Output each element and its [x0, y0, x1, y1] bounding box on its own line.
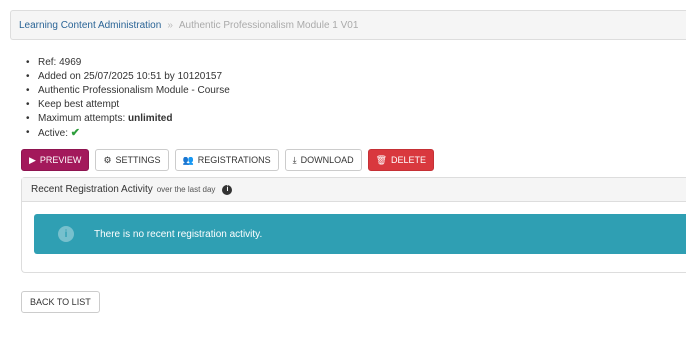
- settings-button[interactable]: ⚙ Settings: [95, 149, 169, 171]
- delete-label: Delete: [391, 155, 427, 165]
- recent-activity-panel: Recent Registration Activity over the la…: [21, 177, 686, 273]
- play-icon: ▶: [29, 154, 36, 165]
- registrations-button[interactable]: 👥 Registrations: [174, 149, 279, 171]
- added-item: Added on 25/07/2025 10:51 by 10120157: [26, 70, 686, 84]
- download-label: Download: [300, 155, 354, 165]
- ref-item: Ref: 4969: [26, 56, 686, 70]
- max-attempts-item: Maximum attempts: unlimited: [26, 112, 686, 126]
- max-attempts-value: unlimited: [128, 113, 173, 124]
- users-icon: 👥: [182, 154, 194, 165]
- panel-header: Recent Registration Activity over the la…: [22, 178, 686, 202]
- active-label: Active:: [38, 128, 69, 139]
- delete-button[interactable]: 🗑 Delete: [367, 149, 435, 171]
- panel-body: i There is no recent registration activi…: [22, 202, 686, 254]
- back-to-list-button[interactable]: Back to list: [21, 291, 100, 313]
- active-item: Active: ✔: [26, 126, 686, 141]
- panel-subtitle: over the last day: [156, 185, 216, 194]
- preview-label: Preview: [39, 155, 82, 165]
- gear-icon: ⚙: [103, 154, 112, 165]
- page: Learning Content Administration » Authen…: [10, 10, 686, 340]
- info-alert: i There is no recent registration activi…: [34, 214, 686, 254]
- panel-title: Recent Registration Activity: [31, 184, 153, 195]
- breadcrumb-parent-link[interactable]: Learning Content Administration: [19, 20, 161, 31]
- registrations-label: Registrations: [197, 155, 271, 165]
- download-button[interactable]: ⤓ Download: [284, 149, 362, 171]
- action-toolbar: ▶ Preview ⚙ Settings 👥 Registrations ⤓ D…: [21, 149, 686, 171]
- attempt-mode-item: Keep best attempt: [26, 98, 686, 112]
- breadcrumb-separator: »: [167, 19, 173, 31]
- info-icon[interactable]: i: [222, 184, 233, 195]
- breadcrumb-current: Authentic Professionalism Module 1 V01: [178, 19, 359, 31]
- info-circle-icon: i: [58, 226, 74, 242]
- type-item: Authentic Professionalism Module - Cours…: [26, 84, 686, 98]
- settings-label: Settings: [115, 155, 161, 165]
- max-attempts-label: Maximum attempts:: [38, 113, 126, 124]
- download-icon: ⤓: [292, 154, 297, 165]
- details-list: Ref: 4969 Added on 25/07/2025 10:51 by 1…: [26, 56, 686, 141]
- preview-button[interactable]: ▶ Preview: [21, 149, 90, 171]
- breadcrumb: Learning Content Administration » Authen…: [10, 10, 686, 40]
- trash-icon: 🗑: [375, 154, 388, 165]
- check-icon: ✔: [70, 127, 81, 139]
- alert-text: There is no recent registration activity…: [94, 228, 263, 240]
